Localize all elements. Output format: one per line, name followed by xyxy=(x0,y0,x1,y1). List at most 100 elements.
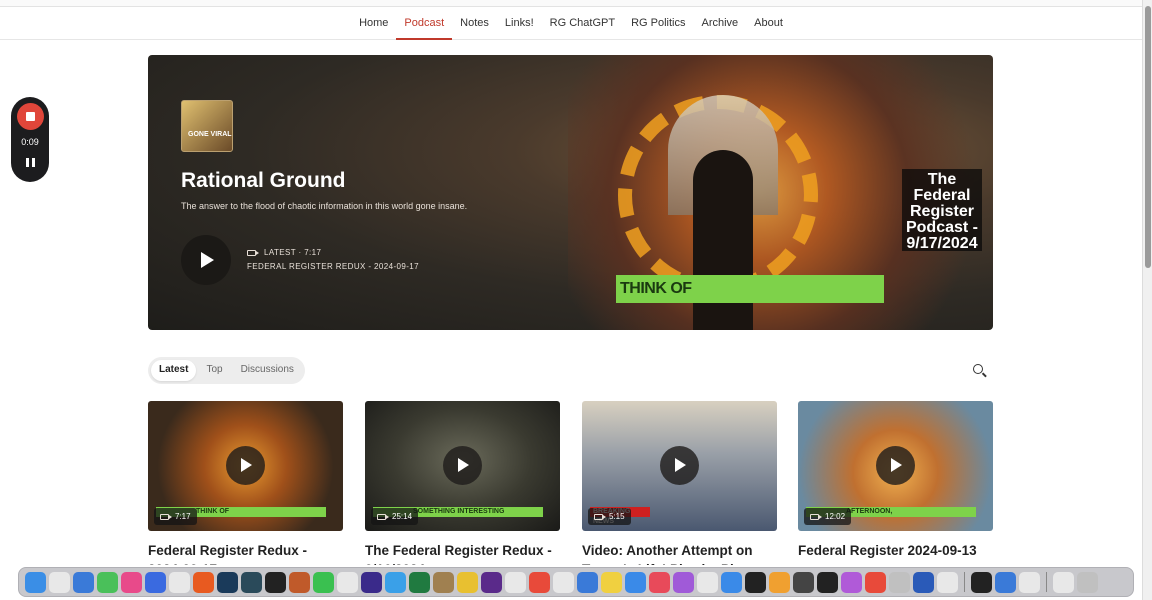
tab-discussions[interactable]: Discussions xyxy=(233,360,302,381)
dock-app-icon[interactable] xyxy=(25,571,46,593)
dock-app-icon[interactable] xyxy=(649,571,670,593)
dock-app-icon[interactable] xyxy=(971,571,992,593)
podcast-hero: THINK OF The Federal Register Podcast - … xyxy=(148,55,993,330)
pause-icon[interactable] xyxy=(26,158,35,167)
scrollbar-thumb[interactable] xyxy=(1145,6,1151,268)
episode-title[interactable]: Federal Register 2024-09-13 xyxy=(798,541,993,565)
tab-top[interactable]: Top xyxy=(198,360,230,381)
dock-app-icon[interactable] xyxy=(793,571,814,593)
nav-podcast[interactable]: Podcast xyxy=(396,7,453,40)
dock-app-icon[interactable] xyxy=(817,571,838,593)
latest-label: LATEST · 7:17 xyxy=(264,248,322,257)
dock-app-icon[interactable] xyxy=(505,571,526,593)
dock-app-icon[interactable] xyxy=(49,571,70,593)
screen-recorder-widget: 0:09 xyxy=(11,97,49,182)
dock-app-icon[interactable] xyxy=(1077,571,1098,593)
hero-banner: THINK OF xyxy=(616,275,884,303)
dock-app-icon[interactable] xyxy=(217,571,238,593)
dock-app-icon[interactable] xyxy=(361,571,382,593)
episode-thumbnail[interactable]: BREAKING NEWS 5:15 xyxy=(582,401,777,531)
dock-app-icon[interactable] xyxy=(433,571,454,593)
dock-app-icon[interactable] xyxy=(289,571,310,593)
episode-title[interactable]: Federal Register Redux - 2024-09-17 xyxy=(148,541,343,565)
dock-app-icon[interactable] xyxy=(97,571,118,593)
dock-app-icon[interactable] xyxy=(241,571,262,593)
nav-links[interactable]: Links! xyxy=(497,7,542,40)
tab-latest[interactable]: Latest xyxy=(151,360,197,381)
dock-app-icon[interactable] xyxy=(265,571,286,593)
dock-app-icon[interactable] xyxy=(1019,571,1040,593)
duration-badge: 7:17 xyxy=(154,508,197,525)
nav-rg-politics[interactable]: RG Politics xyxy=(623,7,693,40)
video-camera-icon xyxy=(810,513,822,520)
dock-app-icon[interactable] xyxy=(889,571,910,593)
podcast-tagline: The answer to the flood of chaotic infor… xyxy=(181,201,468,211)
stop-recording-icon[interactable] xyxy=(17,103,44,130)
hooded-figure-art xyxy=(693,150,753,330)
dock-app-icon[interactable] xyxy=(769,571,790,593)
dock-app-icon[interactable] xyxy=(337,571,358,593)
duration-text: 7:17 xyxy=(175,512,191,521)
episode-title[interactable]: The Federal Register Redux - 9/16/2024 xyxy=(365,541,560,565)
nav-about[interactable]: About xyxy=(746,7,791,40)
episode-card[interactable]: BREAKING NEWS 5:15 Video: Another Attemp… xyxy=(582,401,777,565)
hero-play-button[interactable] xyxy=(181,235,231,285)
dock-app-icon[interactable] xyxy=(481,571,502,593)
podcast-logo[interactable]: GONE VIRAL xyxy=(181,100,233,152)
duration-text: 25:14 xyxy=(392,512,413,521)
search-icon[interactable] xyxy=(973,364,986,377)
latest-episode-title[interactable]: FEDERAL REGISTER REDUX - 2024-09-17 xyxy=(247,262,419,271)
dock-app-icon[interactable] xyxy=(193,571,214,593)
dock-app-icon[interactable] xyxy=(673,571,694,593)
dock-app-icon[interactable] xyxy=(457,571,478,593)
episode-card[interactable]: SOMETHING INTERESTING 25:14 The Federal … xyxy=(365,401,560,565)
dock-app-icon[interactable] xyxy=(73,571,94,593)
dock-app-icon[interactable] xyxy=(601,571,622,593)
play-icon[interactable] xyxy=(443,446,482,485)
episode-thumbnail[interactable]: SOMETHING INTERESTING 25:14 xyxy=(365,401,560,531)
duration-badge: 5:15 xyxy=(588,508,631,525)
dock-app-icon[interactable] xyxy=(121,571,142,593)
dock-app-icon[interactable] xyxy=(937,571,958,593)
duration-badge: 12:02 xyxy=(804,508,852,525)
play-icon[interactable] xyxy=(226,446,265,485)
dock-app-icon[interactable] xyxy=(553,571,574,593)
dock-app-icon[interactable] xyxy=(995,571,1016,593)
dock-app-icon[interactable] xyxy=(913,571,934,593)
nav-archive[interactable]: Archive xyxy=(693,7,746,40)
dock-app-icon[interactable] xyxy=(721,571,742,593)
dock-app-icon[interactable] xyxy=(697,571,718,593)
scrollbar[interactable] xyxy=(1142,0,1152,600)
episode-tabs: Latest Top Discussions xyxy=(148,357,305,384)
dock-app-icon[interactable] xyxy=(409,571,430,593)
dock-app-icon[interactable] xyxy=(865,571,886,593)
play-icon[interactable] xyxy=(876,446,915,485)
dock-app-icon[interactable] xyxy=(145,571,166,593)
video-camera-icon xyxy=(377,513,389,520)
nav-rg-chatgpt[interactable]: RG ChatGPT xyxy=(542,7,623,40)
dock-app-icon[interactable] xyxy=(841,571,862,593)
hero-date-box: The Federal Register Podcast - 9/17/2024 xyxy=(902,169,982,252)
play-icon[interactable] xyxy=(660,446,699,485)
dock-app-icon[interactable] xyxy=(745,571,766,593)
nav-home[interactable]: Home xyxy=(351,7,396,40)
dock-app-icon[interactable] xyxy=(625,571,646,593)
video-camera-icon xyxy=(247,249,259,256)
nav-notes[interactable]: Notes xyxy=(452,7,497,40)
main-nav: Home Podcast Notes Links! RG ChatGPT RG … xyxy=(0,7,1142,40)
dock-app-icon[interactable] xyxy=(577,571,598,593)
dock-app-icon[interactable] xyxy=(1053,571,1074,593)
dock-app-icon[interactable] xyxy=(169,571,190,593)
dock-separator xyxy=(964,572,965,592)
episode-card[interactable]: AFTERNOON, 12:02 Federal Register 2024-0… xyxy=(798,401,993,565)
episode-thumbnail[interactable]: THINK OF 7:17 xyxy=(148,401,343,531)
podcast-title: Rational Ground xyxy=(181,169,346,192)
duration-text: 12:02 xyxy=(825,512,846,521)
dock-app-icon[interactable] xyxy=(385,571,406,593)
dock-app-icon[interactable] xyxy=(313,571,334,593)
macos-dock xyxy=(18,567,1134,597)
episode-title[interactable]: Video: Another Attempt on Trump's Life! … xyxy=(582,541,777,565)
episode-thumbnail[interactable]: AFTERNOON, 12:02 xyxy=(798,401,993,531)
dock-app-icon[interactable] xyxy=(529,571,550,593)
episode-card[interactable]: THINK OF 7:17 Federal Register Redux - 2… xyxy=(148,401,343,565)
